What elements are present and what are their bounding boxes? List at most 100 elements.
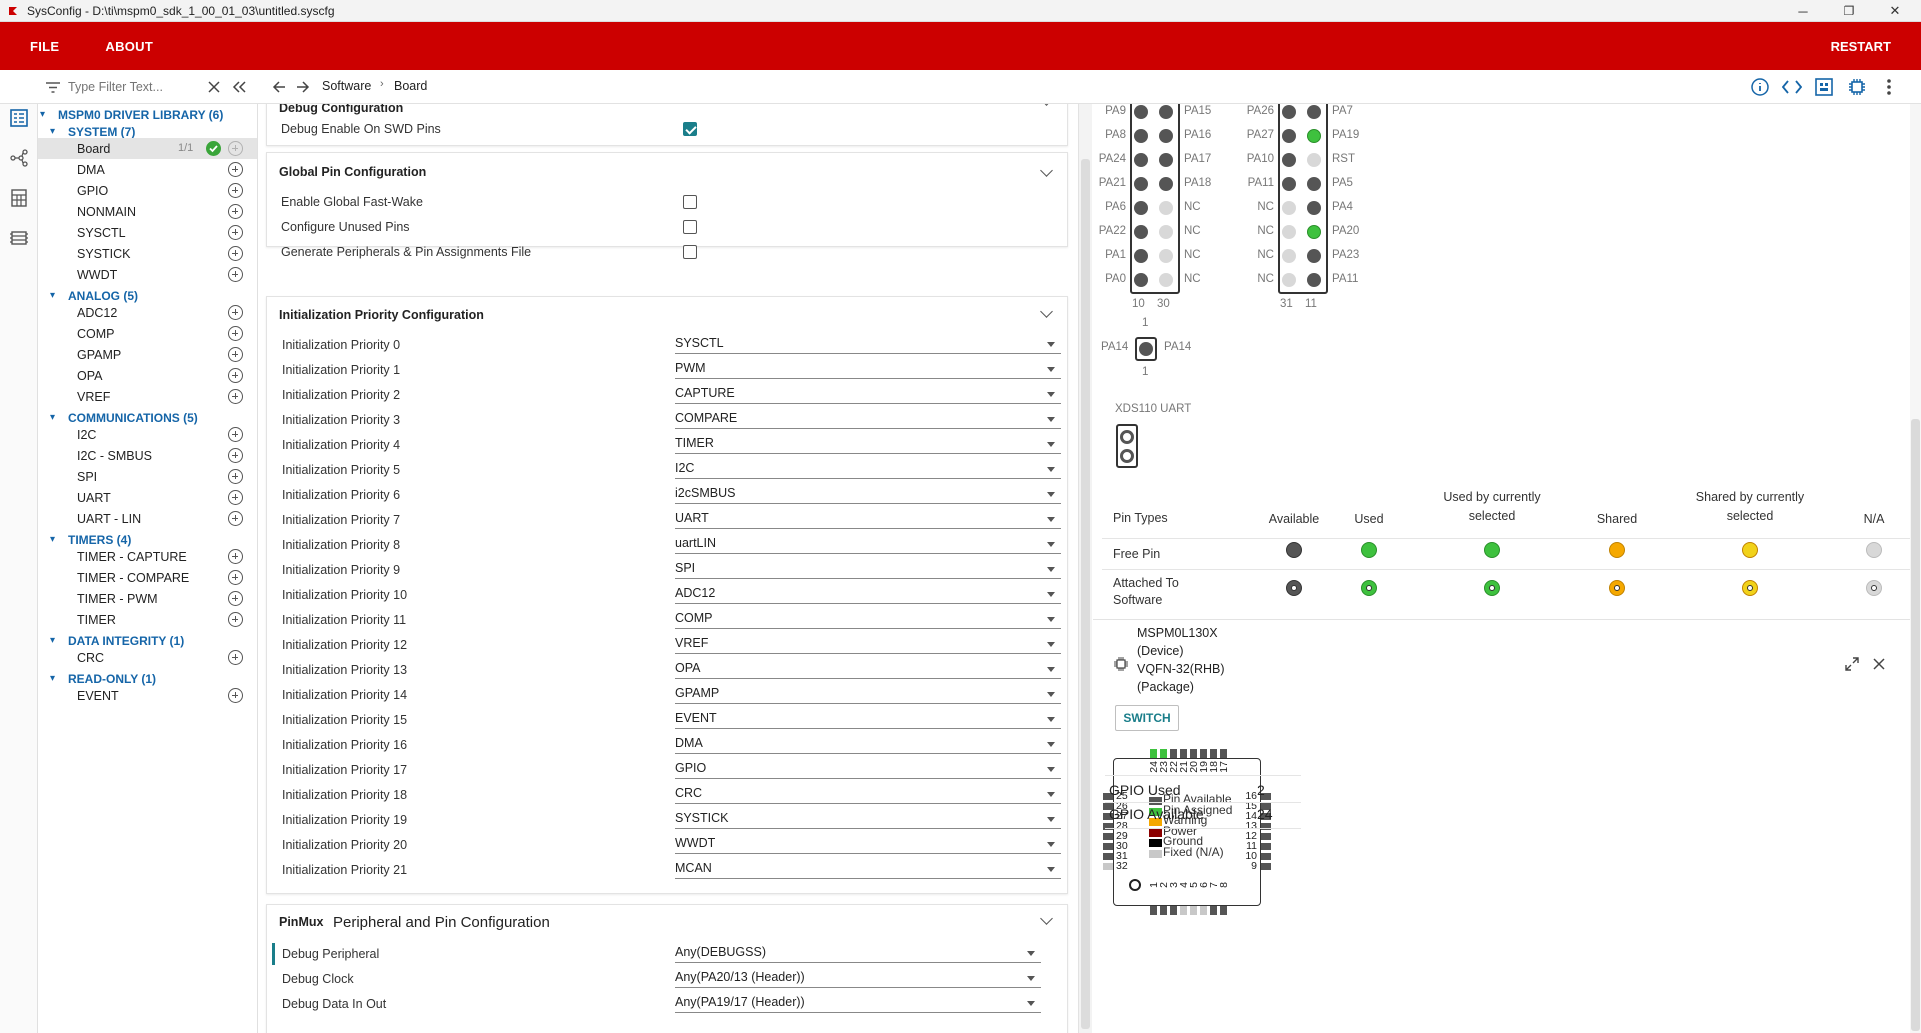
chip-pin-bottom[interactable]	[1180, 906, 1187, 915]
tree-item[interactable]: SYSTICK	[38, 243, 257, 264]
dependency-graph-icon[interactable]	[9, 148, 29, 168]
add-icon[interactable]	[228, 591, 243, 606]
chevron-down-icon[interactable]	[1040, 305, 1053, 318]
tree-item[interactable]: ADC12	[38, 302, 257, 323]
more-options-icon[interactable]	[1886, 78, 1892, 96]
init-priority-select[interactable]: EVENT	[675, 709, 1061, 729]
header-pin[interactable]	[1134, 273, 1148, 287]
header-pin[interactable]	[1307, 177, 1321, 191]
tree-item[interactable]: TIMER - COMPARE	[38, 567, 257, 588]
software-view-icon[interactable]	[9, 108, 29, 128]
header-pin[interactable]	[1159, 225, 1173, 239]
memory-icon[interactable]	[9, 228, 29, 248]
header-pin[interactable]	[1282, 225, 1296, 239]
init-priority-select[interactable]: VREF	[675, 634, 1061, 654]
add-icon[interactable]	[228, 305, 243, 320]
scrollbar-thumb[interactable]	[1081, 159, 1090, 1029]
tree-item[interactable]: GPIO	[38, 180, 257, 201]
tree-item[interactable]: COMP	[38, 323, 257, 344]
chip-pin-top[interactable]	[1150, 749, 1157, 758]
add-icon[interactable]	[228, 225, 243, 240]
chip-pin-top[interactable]	[1180, 749, 1187, 758]
add-icon[interactable]	[228, 490, 243, 505]
add-icon[interactable]	[228, 570, 243, 585]
chip-pin-top[interactable]	[1200, 749, 1207, 758]
filter-input[interactable]	[68, 78, 204, 96]
clear-filter-icon[interactable]	[208, 81, 220, 93]
generate-assignments-checkbox[interactable]	[683, 245, 697, 259]
tree-item[interactable]: TIMER - PWM	[38, 588, 257, 609]
maximize-button[interactable]: ❐	[1826, 0, 1872, 22]
header-pin[interactable]	[1282, 177, 1296, 191]
minimize-button[interactable]: ─	[1780, 0, 1826, 22]
debug-peripheral-select[interactable]: Any(DEBUGSS)	[675, 943, 1041, 963]
init-priority-select[interactable]: CRC	[675, 784, 1061, 804]
init-priority-select[interactable]: MCAN	[675, 859, 1061, 879]
add-icon[interactable]	[228, 267, 243, 282]
header-pin[interactable]	[1159, 249, 1173, 263]
chip-pin-bottom[interactable]	[1160, 906, 1167, 915]
header-pin[interactable]	[1282, 153, 1296, 167]
init-priority-select[interactable]: I2C	[675, 459, 1061, 479]
chip-pin-right[interactable]	[1261, 853, 1271, 860]
add-icon[interactable]	[228, 183, 243, 198]
header-pin[interactable]	[1134, 225, 1148, 239]
init-priority-select[interactable]: SPI	[675, 559, 1061, 579]
tree-item[interactable]: Board 1/1	[38, 138, 257, 159]
chevron-down-icon[interactable]	[1040, 164, 1053, 177]
tree-item[interactable]: TIMER	[38, 609, 257, 630]
header-pin[interactable]	[1307, 225, 1321, 239]
init-priority-select[interactable]: DMA	[675, 734, 1061, 754]
add-icon[interactable]	[228, 427, 243, 442]
chip-pin-left[interactable]	[1103, 833, 1113, 840]
close-window-button[interactable]: ✕	[1872, 0, 1918, 22]
init-priority-select[interactable]: WWDT	[675, 834, 1061, 854]
tree-item[interactable]: I2C	[38, 424, 257, 445]
chevron-up-icon[interactable]	[1040, 104, 1053, 106]
chip-pin-bottom[interactable]	[1190, 906, 1197, 915]
xds-pin-2[interactable]	[1120, 449, 1134, 463]
chip-pin-bottom[interactable]	[1170, 906, 1177, 915]
header-pin[interactable]	[1307, 249, 1321, 263]
calculator-icon[interactable]	[9, 188, 29, 208]
header-pin[interactable]	[1134, 201, 1148, 215]
chip-pin-top[interactable]	[1170, 749, 1177, 758]
menu-file[interactable]: FILE	[30, 39, 59, 54]
add-icon[interactable]	[228, 347, 243, 362]
init-priority-select[interactable]: CAPTURE	[675, 384, 1061, 404]
board-view-icon[interactable]	[1815, 78, 1833, 96]
add-icon[interactable]	[228, 141, 243, 156]
init-priority-select[interactable]: COMPARE	[675, 409, 1061, 429]
tree-item[interactable]: UART - LIN	[38, 508, 257, 529]
header-pin[interactable]	[1307, 153, 1321, 167]
add-icon[interactable]	[228, 204, 243, 219]
debug-data-select[interactable]: Any(PA19/17 (Header))	[675, 993, 1041, 1013]
header-pin[interactable]	[1159, 153, 1173, 167]
init-priority-select[interactable]: uartLIN	[675, 534, 1061, 554]
tree-item[interactable]: CRC	[38, 647, 257, 668]
code-view-icon[interactable]	[1782, 79, 1802, 95]
tree-item[interactable]: SPI	[38, 466, 257, 487]
tree-item[interactable]: I2C - SMBUS	[38, 445, 257, 466]
init-priority-select[interactable]: UART	[675, 509, 1061, 529]
info-icon[interactable]	[1751, 78, 1769, 96]
header-pin[interactable]	[1282, 129, 1296, 143]
configure-unused-pins-checkbox[interactable]	[683, 220, 697, 234]
header-pin[interactable]	[1159, 105, 1173, 119]
chip-pin-top[interactable]	[1190, 749, 1197, 758]
board-scrollbar[interactable]	[1910, 104, 1921, 1033]
add-icon[interactable]	[228, 549, 243, 564]
add-icon[interactable]	[228, 612, 243, 627]
init-priority-select[interactable]: OPA	[675, 659, 1061, 679]
header-pin[interactable]	[1134, 249, 1148, 263]
header-pin[interactable]	[1282, 201, 1296, 215]
add-icon[interactable]	[228, 246, 243, 261]
breadcrumb-board[interactable]: Board	[394, 79, 427, 93]
header-pin[interactable]	[1159, 273, 1173, 287]
device-view-icon[interactable]	[1848, 78, 1866, 96]
header-pin[interactable]	[1307, 129, 1321, 143]
tree-item[interactable]: VREF	[38, 386, 257, 407]
add-icon[interactable]	[228, 650, 243, 665]
tree-item[interactable]: UART	[38, 487, 257, 508]
init-priority-select[interactable]: SYSCTL	[675, 334, 1061, 354]
